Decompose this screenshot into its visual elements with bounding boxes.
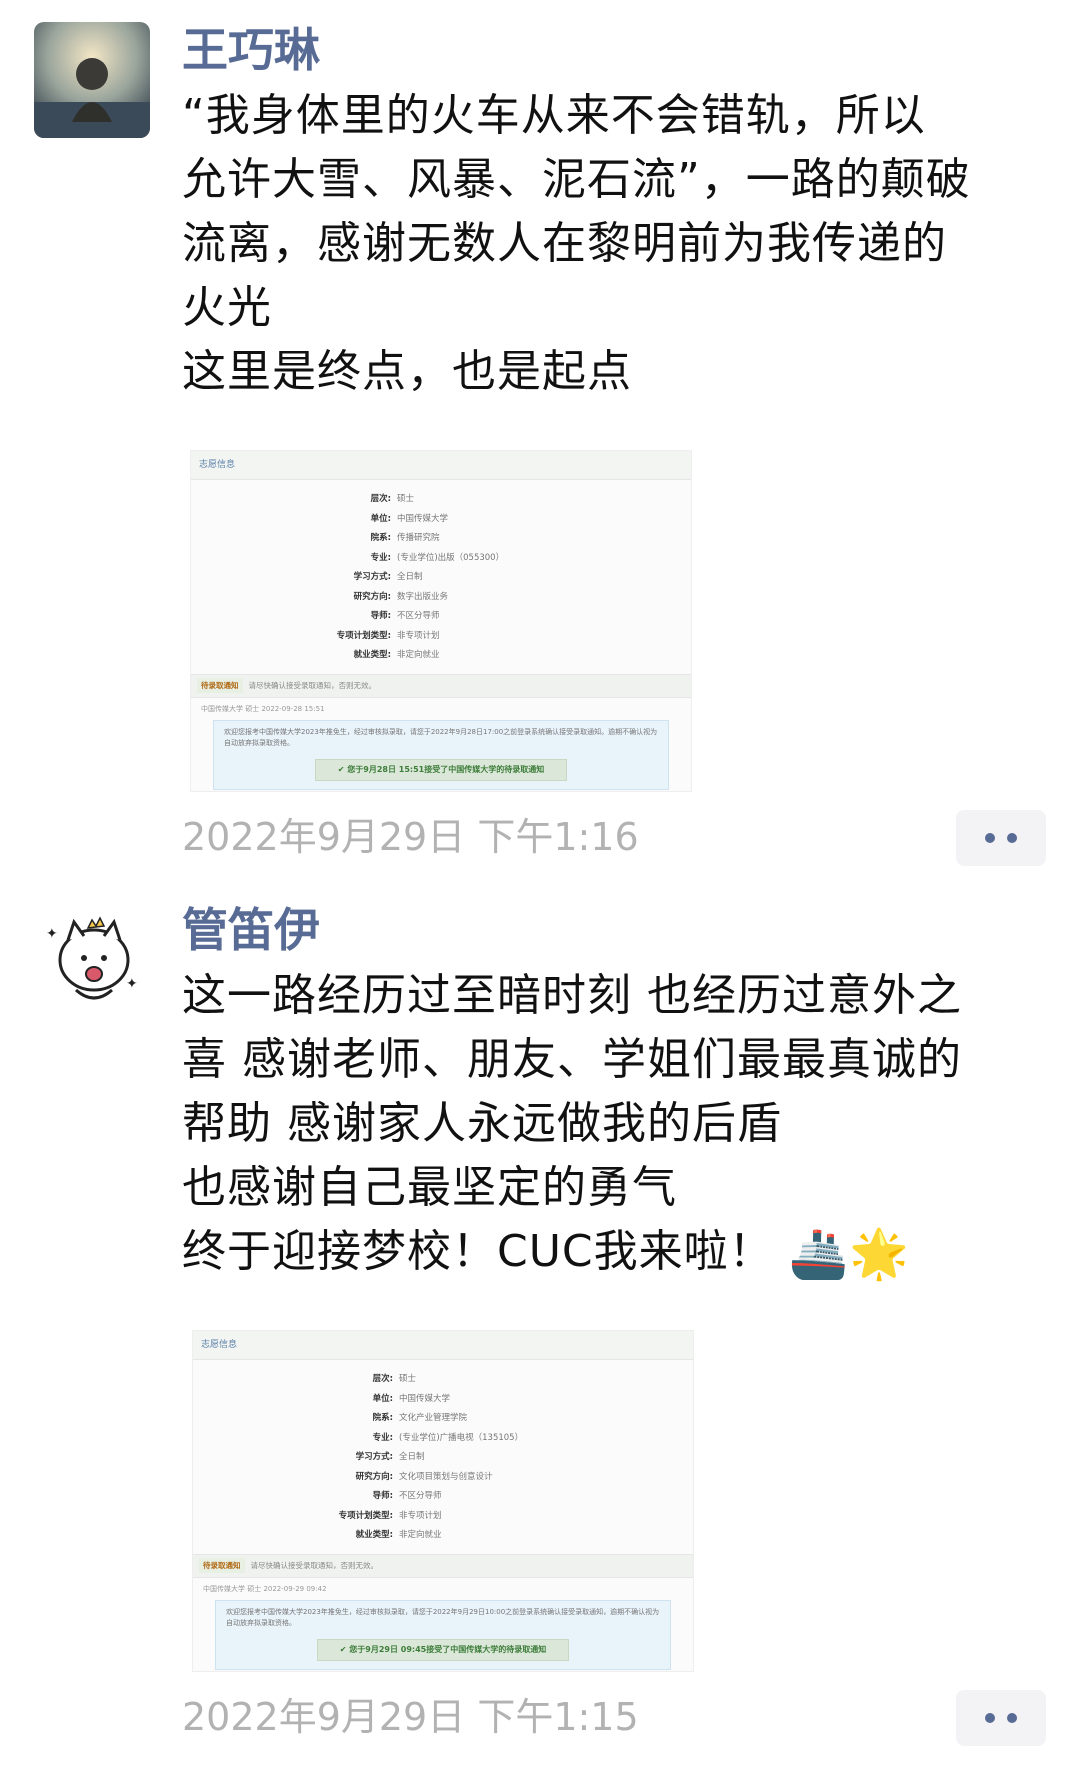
info-label: 专业: [372,1432,393,1443]
author-name[interactable]: 王巧琳 [182,20,320,80]
avatar[interactable]: ✦ ✦ [34,898,150,1014]
info-value: 传播研究院 [397,533,440,543]
info-row: 导师: 不区分导师 [191,607,691,627]
info-label: 院系: [372,1413,393,1423]
info-row: 研究方向: 数字出版业务 [191,588,691,608]
info-value: (专业学位)出版（055300） [397,552,505,563]
info-value: 硕士 [399,1374,417,1384]
dot-icon [1007,833,1017,843]
avatar[interactable] [34,22,150,138]
info-value: (专业学位)广播电视（135105） [399,1432,524,1443]
info-rows: 层次: 硕士 单位: 中国传媒大学 院系: 文化产业管理学院 专业: (专业学位)广播电视（1… [193,1360,693,1546]
notice-meta: 中国传媒大学 硕士 2022-09-29 09:42 [203,1584,327,1593]
info-label: 专项计划类型: [336,630,391,641]
info-label: 研究方向: [353,591,391,602]
ship-icon: 🚢 [788,1226,850,1282]
more-options-button[interactable] [956,810,1046,866]
info-value: 全日制 [399,1452,425,1462]
info-label: 学习方式: [353,572,391,582]
info-label: 层次: [372,1374,393,1384]
info-row: 层次: 硕士 [193,1370,693,1390]
info-label: 研究方向: [355,1471,393,1482]
svg-text:✦: ✦ [126,976,138,992]
check-icon: ✔ [339,1644,350,1654]
screenshot-image[interactable]: 志愿信息 层次: 硕士 单位: 中国传媒大学 院系: 文化产业管理学院 专业: (专业学位)广… [192,1330,694,1672]
info-row: 就业类型: 非定向就业 [193,1526,693,1546]
more-options-button[interactable] [956,1690,1046,1746]
info-row: 层次: 硕士 [191,490,691,510]
info-label: 专项计划类型: [338,1510,393,1521]
info-value: 不区分导师 [397,611,440,621]
info-label: 就业类型: [355,1530,393,1540]
screenshot-image[interactable]: 志愿信息 层次: 硕士 单位: 中国传媒大学 院系: 传播研究院 专业: (专业学位)出版（0… [190,450,692,792]
info-row: 导师: 不区分导师 [193,1487,693,1507]
info-label: 就业类型: [353,650,391,660]
notice-bar: 待录取通知 请尽快确认接受录取通知，否则无效。 [193,1553,693,1578]
info-value: 非专项计划 [397,630,440,641]
info-value: 文化项目策划与创意设计 [399,1471,493,1482]
notice-text: 请尽快确认接受录取通知，否则无效。 [250,1561,379,1570]
notice-box: 欢迎您报考中国传媒大学2023年推免生，经过审核拟录取，请您于2022年9月28… [213,719,669,790]
info-value: 数字出版业务 [397,591,449,602]
info-label: 导师: [370,611,391,621]
info-value: 非定向就业 [399,1530,442,1540]
author-name[interactable]: 管笛伊 [182,900,320,960]
info-row: 专项计划类型: 非专项计划 [193,1507,693,1527]
notice-meta: 中国传媒大学 硕士 2022-09-28 15:51 [201,704,325,713]
info-row: 院系: 文化产业管理学院 [193,1409,693,1429]
info-label: 导师: [372,1491,393,1501]
info-row: 专业: (专业学位)广播电视（135105） [193,1429,693,1449]
info-value: 全日制 [397,572,423,582]
notice-tag: 待录取通知 [197,678,243,693]
info-rows: 层次: 硕士 单位: 中国传媒大学 院系: 传播研究院 专业: (专业学位)出版（055300… [191,480,691,666]
dot-icon [1007,1713,1017,1723]
timestamp: 2022年9月29日 下午1:16 [182,815,639,859]
dot-icon [985,833,995,843]
svg-text:✦: ✦ [46,926,58,942]
notice-text: 请尽快确认接受录取通知，否则无效。 [248,681,377,690]
info-row: 单位: 中国传媒大学 [193,1390,693,1410]
info-value: 非专项计划 [399,1510,442,1521]
accept-label: 您于9月29日 09:45接受了中国传媒大学的待录取通知 [349,1644,547,1654]
card-header: 志愿信息 [191,451,691,480]
info-row: 专项计划类型: 非专项计划 [191,627,691,647]
timestamp: 2022年9月29日 下午1:15 [182,1695,639,1739]
check-icon: ✔ [337,764,348,774]
notice-tag: 待录取通知 [199,1558,245,1573]
info-value: 非定向就业 [397,650,440,660]
dot-icon [985,1713,995,1723]
info-label: 院系: [370,533,391,543]
notice-paragraph: 欢迎您报考中国传媒大学2023年推免生，经过审核拟录取，请您于2022年9月28… [224,727,658,747]
info-label: 专业: [370,552,391,563]
notice-bar: 待录取通知 请尽快确认接受录取通知，否则无效。 [191,673,691,698]
post-text: 这一路经历过至暗时刻 也经历过意外之 喜 感谢老师、朋友、学姐们最最真诚的 帮助… [182,964,1062,1286]
info-value: 不区分导师 [399,1491,442,1501]
accept-status: ✔ 您于9月29日 09:45接受了中国传媒大学的待录取通知 [317,1638,569,1661]
info-row: 学习方式: 全日制 [191,568,691,588]
info-row: 专业: (专业学位)出版（055300） [191,549,691,569]
info-label: 单位: [372,1393,393,1404]
info-value: 文化产业管理学院 [399,1413,468,1423]
info-row: 单位: 中国传媒大学 [191,510,691,530]
star-icon: 🌟 [849,1226,911,1282]
info-label: 层次: [370,494,391,504]
post-text: “我身体里的火车从来不会错轨，所以 允许大雪、风暴、泥石流”，一路的颠破 流离，… [182,90,971,397]
card-header: 志愿信息 [193,1331,693,1360]
accept-status: ✔ 您于9月28日 15:51接受了中国传媒大学的待录取通知 [315,758,567,781]
notice-paragraph: 欢迎您报考中国传媒大学2023年推免生，经过审核拟录取，请您于2022年9月29… [226,1607,660,1627]
info-value: 中国传媒大学 [399,1393,451,1404]
info-row: 研究方向: 文化项目策划与创意设计 [193,1468,693,1488]
info-label: 单位: [370,513,391,524]
info-row: 就业类型: 非定向就业 [191,646,691,666]
info-row: 学习方式: 全日制 [193,1448,693,1468]
notice-box: 欢迎您报考中国传媒大学2023年推免生，经过审核拟录取，请您于2022年9月29… [215,1599,671,1670]
accept-label: 您于9月28日 15:51接受了中国传媒大学的待录取通知 [347,764,545,774]
info-value: 硕士 [397,494,415,504]
info-row: 院系: 传播研究院 [191,529,691,549]
info-label: 学习方式: [355,1452,393,1462]
info-value: 中国传媒大学 [397,513,449,524]
